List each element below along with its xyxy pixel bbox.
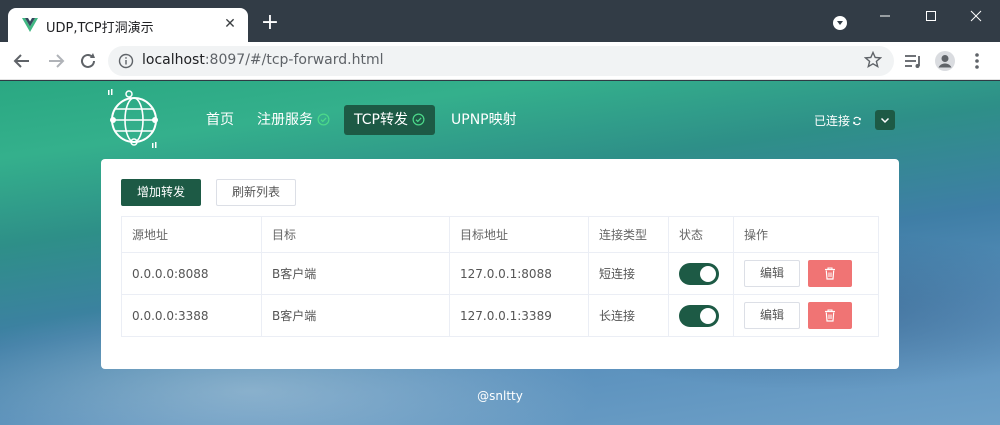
plus-icon[interactable]: + bbox=[258, 12, 282, 36]
back-arrow-icon[interactable] bbox=[10, 49, 34, 73]
more-menu-icon[interactable] bbox=[966, 50, 988, 72]
table-row: 0.0.0.0:8088 B客户端 127.0.0.1:8088 短连接 编辑 bbox=[121, 252, 879, 295]
connection-type: 短连接 bbox=[588, 252, 669, 295]
source-address: 0.0.0.0:3388 bbox=[121, 294, 262, 337]
connection-dropdown[interactable] bbox=[875, 110, 895, 130]
check-circle-icon bbox=[412, 113, 425, 126]
connection-status-label: 已连接 bbox=[814, 114, 851, 128]
delete-button[interactable] bbox=[808, 302, 852, 329]
browser-titlebar: UDP,TCP打洞演示 ✕ + bbox=[0, 0, 1000, 42]
nav-home-label: 首页 bbox=[206, 112, 234, 128]
delete-button[interactable] bbox=[808, 260, 852, 287]
nav-register-service[interactable]: 注册服务 bbox=[257, 105, 330, 135]
minimize-icon[interactable] bbox=[871, 6, 899, 26]
column-header: 目标地址 bbox=[449, 216, 589, 253]
trash-icon bbox=[825, 309, 835, 322]
actions-cell: 编辑 bbox=[733, 294, 879, 337]
profile-avatar-icon[interactable] bbox=[934, 50, 956, 72]
url-text[interactable]: localhost:8097/#/tcp-forward.html bbox=[142, 52, 384, 68]
nav-upnp-mapping[interactable]: UPNP映射 bbox=[451, 105, 517, 135]
status-toggle[interactable] bbox=[679, 262, 719, 285]
target: B客户端 bbox=[261, 294, 450, 337]
nav-tcp-forward[interactable]: TCP转发 bbox=[344, 105, 435, 135]
network-globe-logo-icon bbox=[108, 89, 158, 148]
bookmark-star-icon[interactable] bbox=[864, 51, 882, 69]
trash-icon bbox=[825, 267, 835, 280]
nav-tcp-forward-label: TCP转发 bbox=[354, 112, 408, 128]
forward-card: 增加转发 刷新列表 源地址 目标 目标地址 连接类型 状态 操作 0.0.0.0… bbox=[101, 159, 899, 369]
actions-cell: 编辑 bbox=[733, 252, 879, 295]
nav-register-service-label: 注册服务 bbox=[257, 112, 313, 128]
forward-table: 源地址 目标 目标地址 连接类型 状态 操作 0.0.0.0:8088 B客户端… bbox=[121, 216, 879, 337]
browser-tab[interactable]: UDP,TCP打洞演示 ✕ bbox=[8, 8, 248, 42]
maximize-icon[interactable] bbox=[917, 6, 945, 26]
tab-search-icon[interactable] bbox=[833, 16, 847, 30]
footer-credit: @snltty bbox=[477, 389, 523, 403]
forward-arrow-icon[interactable] bbox=[44, 49, 68, 73]
nav-home[interactable]: 首页 bbox=[206, 105, 234, 135]
column-header: 目标 bbox=[261, 216, 450, 253]
chevron-down-icon bbox=[880, 117, 890, 124]
tab-title: UDP,TCP打洞演示 bbox=[46, 21, 154, 36]
reload-icon[interactable] bbox=[76, 49, 100, 73]
column-header: 状态 bbox=[668, 216, 734, 253]
status-toggle[interactable] bbox=[679, 304, 719, 327]
target: B客户端 bbox=[261, 252, 450, 295]
refresh-icon[interactable] bbox=[852, 116, 862, 126]
column-header: 源地址 bbox=[121, 216, 262, 253]
vue-logo-icon bbox=[22, 18, 38, 32]
browser-toolbar: localhost:8097/#/tcp-forward.html bbox=[0, 42, 1000, 80]
add-forward-button[interactable]: 增加转发 bbox=[121, 179, 201, 206]
target-address: 127.0.0.1:8088 bbox=[449, 252, 589, 295]
status-cell bbox=[668, 294, 734, 337]
edit-button[interactable]: 编辑 bbox=[744, 302, 800, 329]
table-header-row: 源地址 目标 目标地址 连接类型 状态 操作 bbox=[121, 216, 879, 253]
url-host: localhost bbox=[142, 52, 205, 68]
refresh-list-button[interactable]: 刷新列表 bbox=[216, 179, 296, 206]
page-viewport: 首页 注册服务 TCP转发 UPNP映射 已连接 增加转发 刷新列表 源地址 目… bbox=[0, 81, 1000, 425]
target-address: 127.0.0.1:3389 bbox=[449, 294, 589, 337]
nav-upnp-mapping-label: UPNP映射 bbox=[451, 112, 517, 128]
info-icon[interactable] bbox=[118, 53, 134, 69]
connection-type: 长连接 bbox=[588, 294, 669, 337]
close-icon[interactable]: ✕ bbox=[220, 14, 240, 34]
edit-button[interactable]: 编辑 bbox=[744, 260, 800, 287]
media-queue-icon[interactable] bbox=[902, 50, 924, 72]
column-header: 操作 bbox=[733, 216, 879, 253]
table-row: 0.0.0.0:3388 B客户端 127.0.0.1:3389 长连接 编辑 bbox=[121, 294, 879, 337]
status-cell bbox=[668, 252, 734, 295]
check-circle-icon bbox=[317, 113, 330, 126]
window-close-icon[interactable] bbox=[962, 6, 990, 26]
source-address: 0.0.0.0:8088 bbox=[121, 252, 262, 295]
url-path: :8097/#/tcp-forward.html bbox=[204, 52, 384, 68]
connection-status[interactable]: 已连接 bbox=[814, 112, 862, 129]
column-header: 连接类型 bbox=[588, 216, 669, 253]
address-bar[interactable]: localhost:8097/#/tcp-forward.html bbox=[108, 46, 894, 76]
